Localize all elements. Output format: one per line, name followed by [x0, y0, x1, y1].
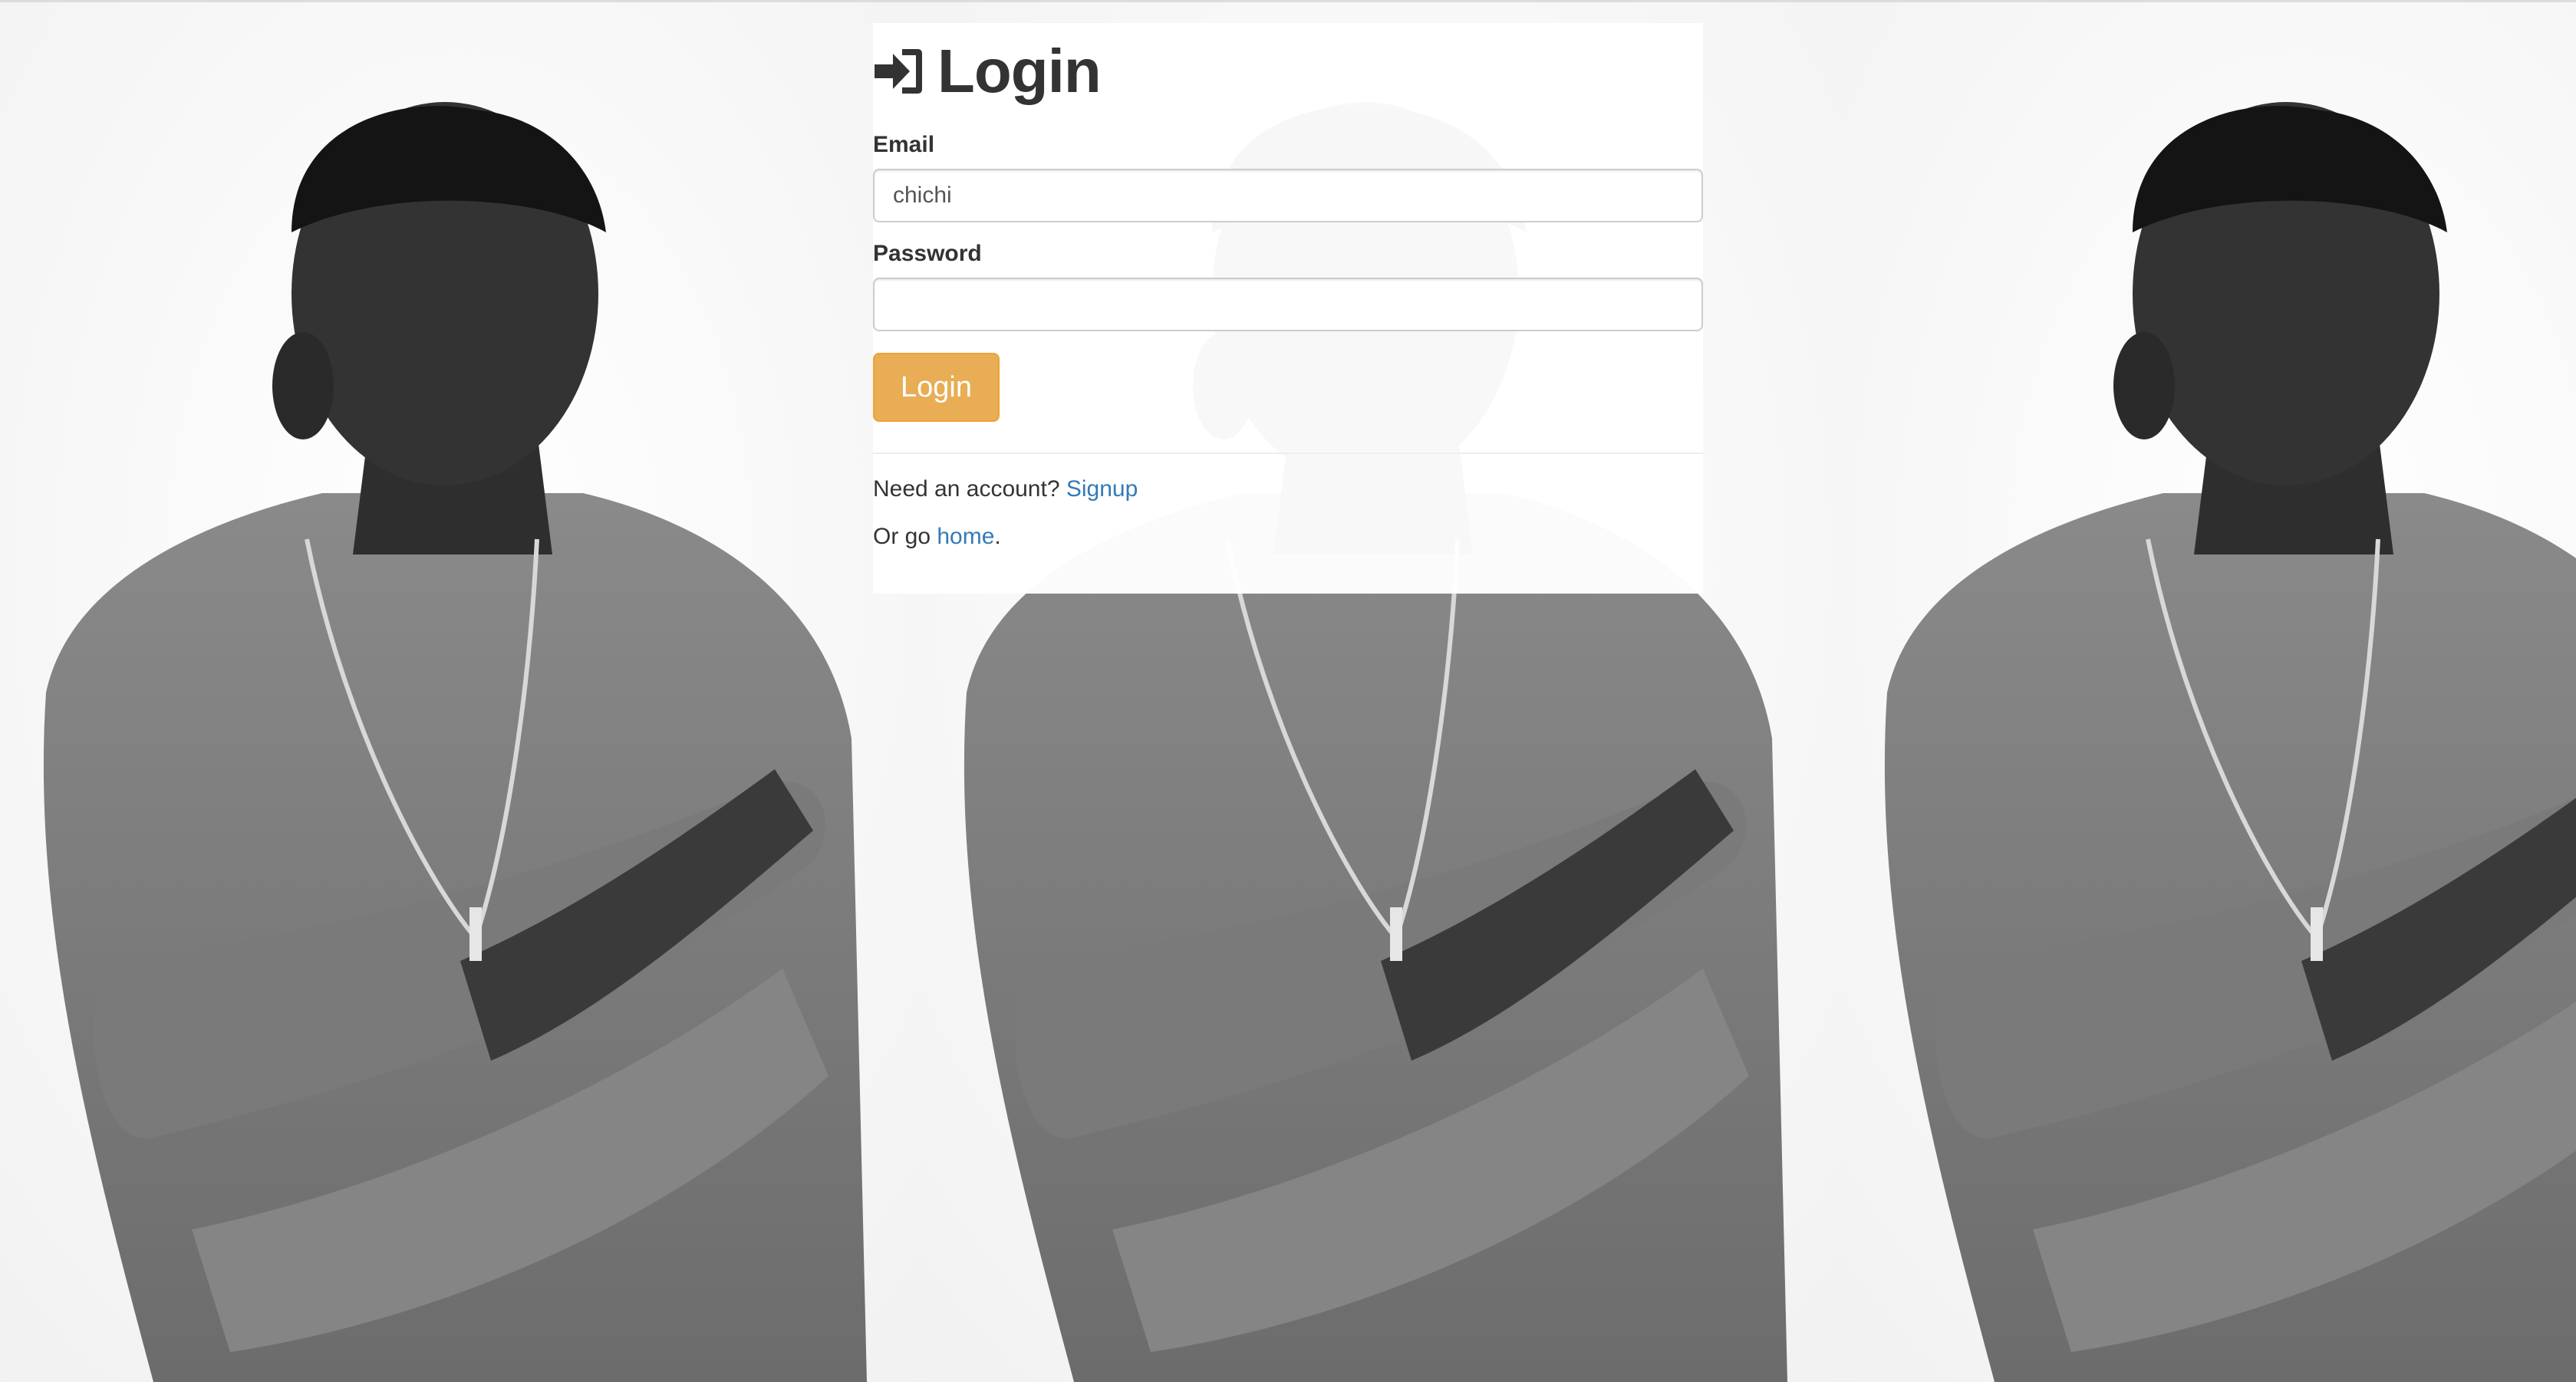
signup-prompt: Need an account? Signup — [873, 475, 1703, 503]
email-label: Email — [873, 132, 935, 157]
portrait-photo-icon — [0, 2, 921, 1382]
background-photo — [0, 2, 921, 1382]
signup-prefix: Need an account? — [873, 476, 1060, 502]
page-header: Login — [873, 29, 1703, 114]
background-photo — [1841, 2, 2576, 1382]
email-field[interactable] — [873, 169, 1703, 222]
home-suffix: . — [994, 524, 1001, 549]
login-panel: Login Email Password Login Need an accou… — [873, 23, 1703, 594]
home-prompt: Or go home. — [873, 523, 1703, 551]
password-label: Password — [873, 241, 982, 266]
login-form: Email Password Login — [873, 132, 1703, 422]
home-prefix: Or go — [873, 524, 931, 549]
divider — [873, 452, 1703, 454]
sign-in-icon — [875, 49, 922, 94]
signup-link[interactable]: Signup — [1066, 476, 1138, 502]
portrait-photo-icon — [1841, 2, 2576, 1382]
login-button[interactable]: Login — [873, 353, 1000, 422]
page-title: Login — [937, 37, 1102, 105]
page: Login Email Password Login Need an accou… — [0, 0, 2576, 1382]
home-link[interactable]: home — [937, 524, 994, 549]
password-field[interactable] — [873, 278, 1703, 331]
